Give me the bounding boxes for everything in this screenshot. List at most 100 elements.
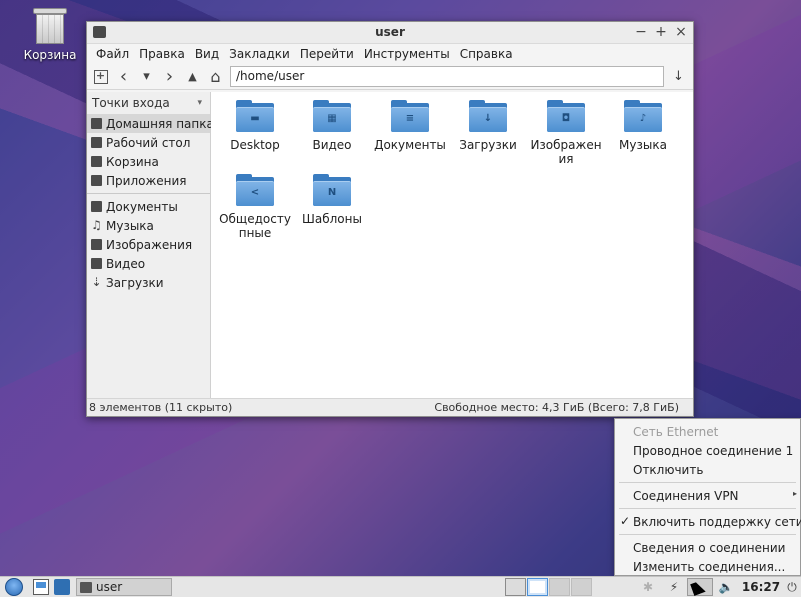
menu-item-vpn[interactable]: Соединения VPN ▸ — [615, 486, 800, 505]
file-manager-window: user − + × Файл Правка Вид Закладки Пере… — [86, 21, 694, 417]
sidebar-item-home[interactable]: Домашняя папка — [87, 114, 214, 133]
volume-icon[interactable]: 🔈 — [713, 580, 739, 594]
folder-icon: ↓ — [469, 100, 507, 132]
path-input[interactable]: /home/user — [230, 66, 664, 87]
show-desktop-button[interactable] — [33, 579, 49, 595]
sidebar: Точки входа ▾ Домашняя папка Рабочий сто… — [87, 92, 214, 398]
home-button[interactable]: ⌂ — [207, 67, 224, 86]
menu-item-enable-networking[interactable]: ✓ Включить поддержку сети — [615, 512, 801, 531]
sidebar-item-label: Корзина — [106, 154, 159, 169]
home-icon — [91, 118, 102, 129]
pictures-icon — [91, 239, 102, 250]
menu-bookmarks[interactable]: Закладки — [224, 47, 295, 61]
sidebar-item-pictures[interactable]: Изображения — [87, 235, 210, 254]
menu-item-disconnect[interactable]: Отключить — [615, 460, 800, 479]
menu-item-label: Соединения VPN — [633, 488, 739, 503]
file-manager-launcher-icon[interactable] — [54, 579, 70, 595]
sidebar-item-label: Музыка — [106, 218, 154, 233]
sidebar-item-label: Видео — [106, 256, 146, 271]
music-icon: ♫ — [91, 218, 102, 232]
up-button[interactable]: ▲ — [184, 68, 201, 86]
folder-icon: ♪ — [624, 100, 662, 132]
new-tab-button[interactable]: + — [92, 68, 109, 86]
toolbar: + ‹ ▾ › ▲ ⌂ /home/user ↓ — [87, 64, 693, 90]
file-item-downloads[interactable]: ↓ Загрузки — [449, 100, 527, 152]
forward-button[interactable]: › — [161, 66, 178, 87]
folder-icon — [80, 581, 92, 593]
status-bar: 8 элементов (11 скрыто) Свободное место:… — [87, 398, 693, 416]
desktop-3-button[interactable] — [549, 578, 570, 596]
taskbar-item-file-manager[interactable]: user — [76, 578, 172, 596]
close-button[interactable]: × — [675, 24, 687, 40]
file-item-video[interactable]: ▦ Видео — [293, 100, 371, 152]
maximize-button[interactable]: + — [655, 24, 667, 40]
system-tray: ✱ ⚡ 🔈 16:27 ⏻ — [635, 577, 801, 597]
file-item-public[interactable]: < Общедоступные — [216, 174, 294, 240]
trash-icon — [91, 156, 102, 167]
menu-help[interactable]: Справка — [455, 47, 518, 61]
sidebar-item-label: Документы — [106, 199, 178, 214]
file-name: Загрузки — [459, 138, 517, 152]
history-button[interactable]: ▾ — [138, 68, 155, 86]
desktop-icon-trash[interactable]: Корзина — [22, 8, 78, 62]
file-item-pictures[interactable]: ◘ Изображения — [527, 100, 605, 166]
sidebar-item-video[interactable]: Видео — [87, 254, 210, 273]
file-name: Изображения — [530, 138, 602, 166]
file-view[interactable]: ▬ Desktop ▦ Видео ≡ Документы ↓ Загрузки… — [211, 92, 693, 398]
sidebar-item-documents[interactable]: Документы — [87, 197, 210, 216]
sidebar-header: Точки входа — [92, 96, 170, 110]
status-free-space: Свободное место: 4,3 ГиБ (Всего: 7,8 ГиБ… — [434, 401, 679, 414]
sidebar-item-applications[interactable]: Приложения — [87, 171, 210, 190]
status-item-count: 8 элементов (11 скрыто) — [89, 401, 233, 414]
sidebar-item-trash[interactable]: Корзина — [87, 152, 210, 171]
power-button[interactable]: ⏻ — [783, 580, 801, 595]
file-name: Видео — [312, 138, 352, 152]
back-button[interactable]: ‹ — [115, 66, 132, 87]
menu-item-connection-info[interactable]: Сведения о соединении — [615, 538, 800, 557]
sidebar-item-downloads[interactable]: ⇣ Загрузки — [87, 273, 210, 292]
file-item-documents[interactable]: ≡ Документы — [371, 100, 449, 152]
power-manager-icon[interactable]: ⚡ — [661, 580, 687, 594]
menu-separator — [619, 534, 796, 535]
taskbar-item-label: user — [96, 580, 123, 594]
chevron-right-icon: ▸ — [792, 489, 797, 498]
sidebar-item-label: Приложения — [106, 173, 187, 188]
folder-icon: ≡ — [391, 100, 429, 132]
menu-file[interactable]: Файл — [91, 47, 134, 61]
title-bar[interactable]: user − + × — [87, 22, 693, 44]
desktop-4-button[interactable] — [571, 578, 592, 596]
main-menu-button[interactable] — [0, 577, 28, 597]
minimize-button[interactable]: − — [635, 24, 647, 40]
network-menu: Сеть Ethernet Проводное соединение 1 Отк… — [614, 418, 801, 576]
start-menu-icon — [5, 578, 23, 596]
sidebar-mode-select[interactable]: Точки входа ▾ — [87, 92, 210, 114]
file-name: Desktop — [230, 138, 280, 152]
menu-tools[interactable]: Инструменты — [359, 47, 455, 61]
file-item-music[interactable]: ♪ Музыка — [604, 100, 682, 152]
menu-item-edit-connections[interactable]: Изменить соединения... — [615, 557, 800, 576]
menu-view[interactable]: Вид — [190, 47, 224, 61]
sidebar-item-music[interactable]: ♫ Музыка — [87, 216, 210, 235]
folder-icon: ▬ — [236, 100, 274, 132]
checkmark-icon: ✓ — [620, 514, 631, 528]
bluetooth-icon[interactable]: ✱ — [635, 580, 661, 594]
menu-bar: Файл Правка Вид Закладки Перейти Инструм… — [87, 44, 693, 64]
sidebar-separator — [87, 193, 210, 194]
go-button[interactable]: ↓ — [670, 68, 687, 86]
desktop-icon-label: Корзина — [23, 48, 77, 62]
downloads-icon: ⇣ — [91, 275, 102, 289]
new-tab-icon: + — [93, 69, 108, 84]
file-item-desktop[interactable]: ▬ Desktop — [216, 100, 294, 152]
sidebar-item-desktop[interactable]: Рабочий стол — [87, 133, 210, 152]
menu-item-wired-connection[interactable]: Проводное соединение 1 — [615, 441, 800, 460]
desktop-2-button[interactable] — [527, 578, 548, 596]
folder-icon: ▦ — [313, 100, 351, 132]
sidebar-item-label: Загрузки — [106, 275, 164, 290]
file-item-templates[interactable]: N Шаблоны — [293, 174, 371, 226]
clock[interactable]: 16:27 — [739, 580, 783, 594]
menu-edit[interactable]: Правка — [134, 47, 190, 61]
desktop-1-button[interactable] — [505, 578, 526, 596]
menu-go[interactable]: Перейти — [295, 47, 359, 61]
folder-icon: < — [236, 174, 274, 206]
menu-section-ethernet: Сеть Ethernet — [633, 424, 719, 439]
